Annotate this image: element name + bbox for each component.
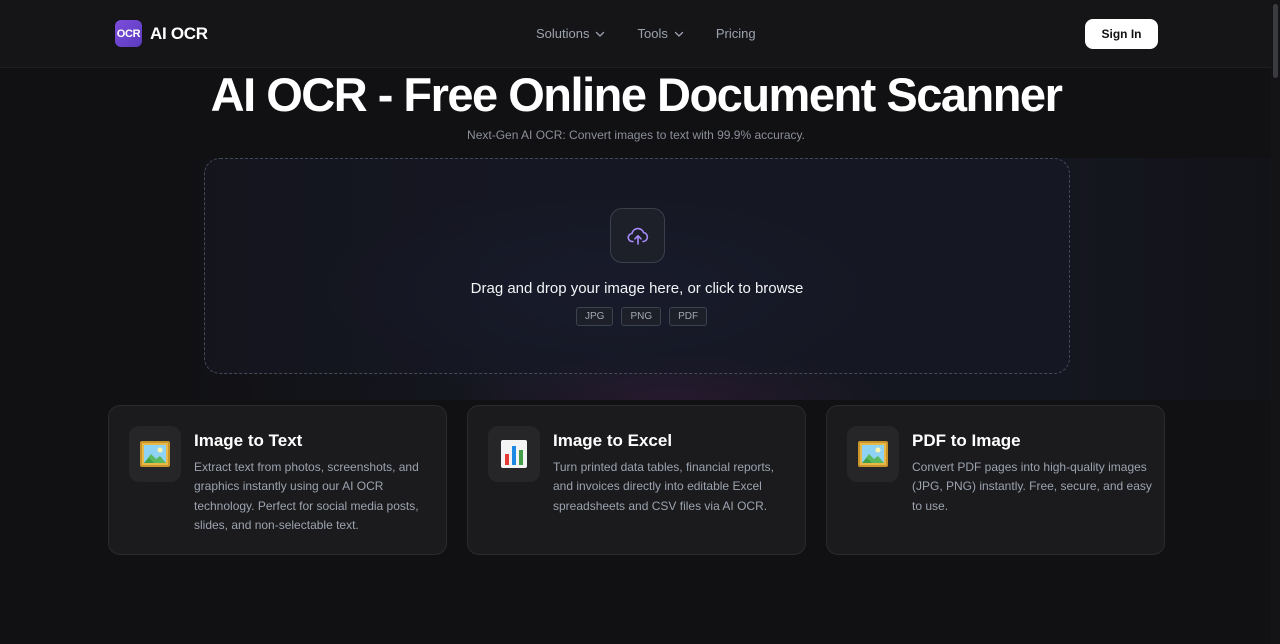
- upload-dropzone[interactable]: Drag and drop your image here, or click …: [204, 158, 1070, 374]
- page-subtitle: Next-Gen AI OCR: Convert images to text …: [467, 128, 805, 142]
- card-icon-box: [129, 426, 181, 482]
- card-icon-box: [488, 426, 540, 482]
- scrollbar-thumb[interactable]: [1273, 4, 1278, 78]
- card-title: Image to Excel: [553, 431, 673, 450]
- tool-card-image-to-excel[interactable]: Image to Excel Turn printed data tables,…: [467, 405, 806, 555]
- framed-picture-icon: [858, 441, 888, 467]
- format-badge-pdf: PDF: [669, 307, 708, 326]
- card-description: Extract text from photos, screenshots, a…: [194, 460, 419, 532]
- tool-card-image-to-text[interactable]: Image to Text Extract text from photos, …: [108, 405, 447, 555]
- format-badge-png: PNG: [621, 307, 662, 326]
- nav-solutions[interactable]: Solutions: [536, 26, 605, 41]
- upload-icon-box: [610, 208, 665, 263]
- card-icon-box: [847, 426, 899, 482]
- sign-in-button[interactable]: Sign In: [1085, 19, 1158, 49]
- upload-prompt: Drag and drop your image here, or click …: [470, 280, 804, 297]
- site-header: OCR AI OCR Solutions Tools Pricing Sign …: [0, 0, 1280, 68]
- page-title: AI OCR - Free Online Document Scanner: [210, 68, 1063, 121]
- card-description: Turn printed data tables, financial repo…: [553, 460, 775, 513]
- format-badge-jpg: JPG: [576, 307, 614, 326]
- bar-chart-icon: [501, 440, 527, 468]
- nav-pricing-label: Pricing: [715, 26, 756, 41]
- nav-tools[interactable]: Tools: [637, 26, 683, 41]
- tool-card-pdf-to-image[interactable]: PDF to Image Convert PDF pages into high…: [826, 405, 1165, 555]
- brand-name: AI OCR: [150, 23, 208, 43]
- card-description: Convert PDF pages into high-quality imag…: [912, 460, 1152, 513]
- card-title: PDF to Image: [912, 431, 1021, 450]
- nav-pricing[interactable]: Pricing: [716, 26, 756, 41]
- chevron-down-icon: [596, 31, 605, 37]
- nav-solutions-label: Solutions: [536, 26, 590, 41]
- card-title: Image to Text: [194, 431, 303, 450]
- logo-badge: OCR: [115, 20, 142, 47]
- nav-tools-label: Tools: [637, 26, 668, 41]
- chevron-down-icon: [674, 31, 683, 37]
- main-nav: Solutions Tools Pricing: [536, 26, 756, 41]
- page-scrollbar[interactable]: [1271, 0, 1280, 644]
- cloud-upload-icon: [626, 227, 648, 245]
- brand-logo[interactable]: OCR AI OCR: [115, 20, 208, 47]
- format-list: JPG PNG PDF: [576, 307, 708, 326]
- framed-picture-icon: [140, 441, 170, 467]
